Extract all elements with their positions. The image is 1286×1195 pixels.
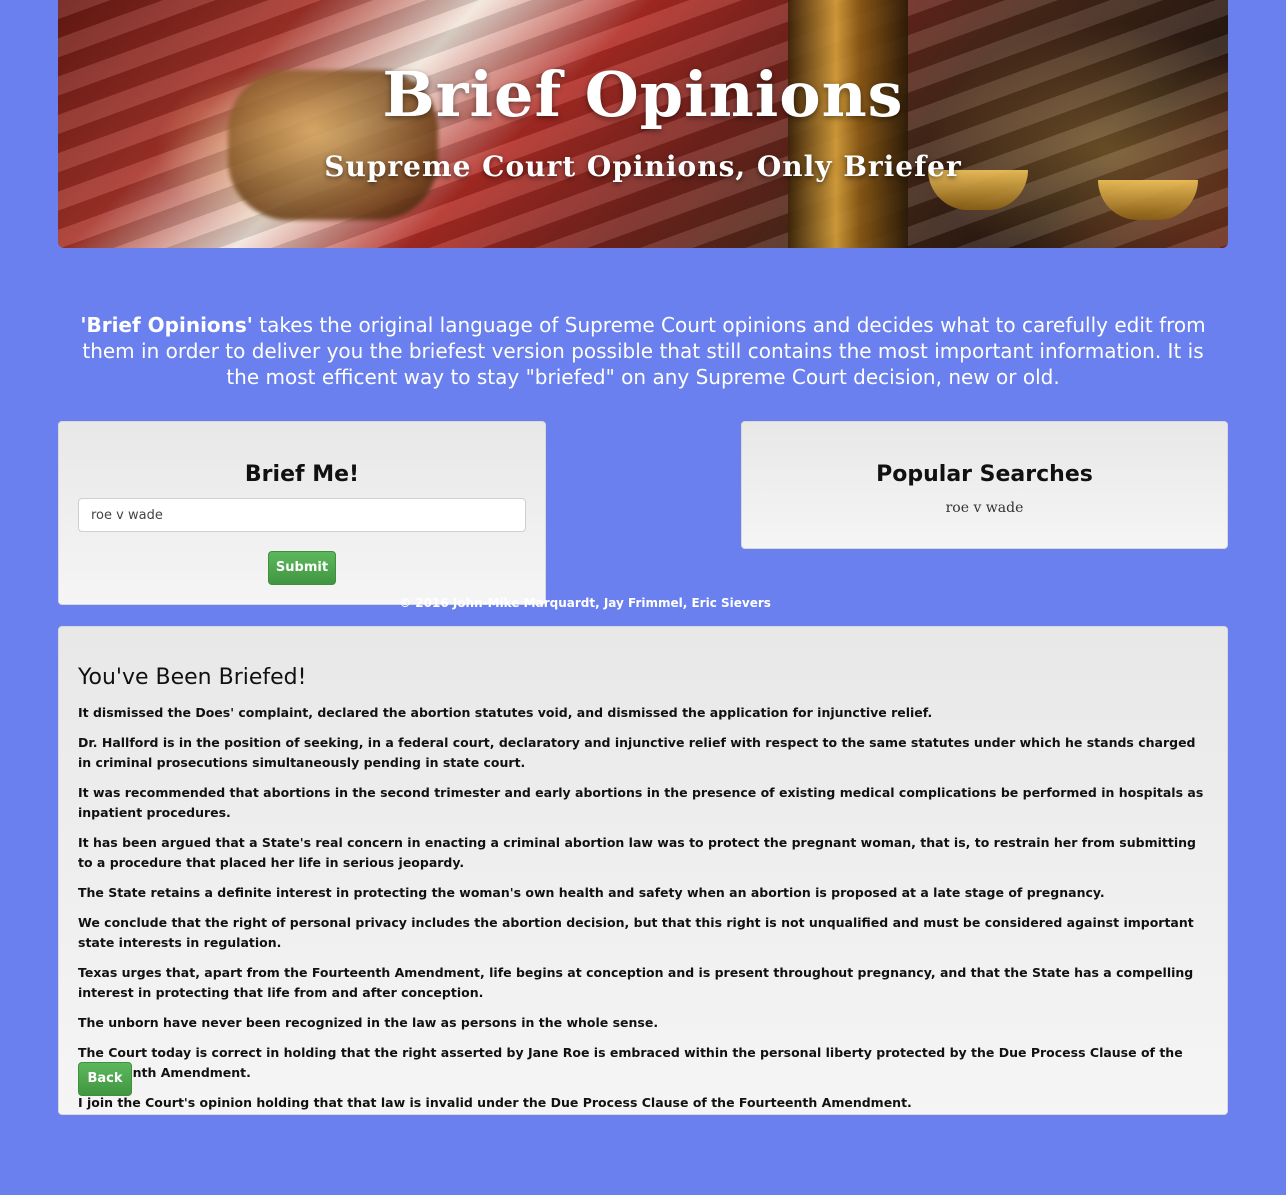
brief-sentence: It has been argued that a State's real c… bbox=[78, 835, 1196, 870]
brief-sentence: The unborn have never been recognized in… bbox=[78, 1015, 659, 1030]
brief-sentence: The Court today is correct in holding th… bbox=[78, 1045, 1183, 1080]
hero-banner: Brief Opinions Supreme Court Opinions, O… bbox=[58, 0, 1228, 248]
site-subtitle: Supreme Court Opinions, Only Briefer bbox=[324, 150, 962, 183]
results-panel: You've Been Briefed! It dismissed the Do… bbox=[58, 626, 1228, 1115]
search-panel: Brief Me! Submit bbox=[58, 421, 546, 605]
back-button[interactable]: Back bbox=[78, 1062, 132, 1096]
brief-sentence: It dismissed the Does' complaint, declar… bbox=[78, 705, 933, 720]
scale-pan-right bbox=[1098, 180, 1198, 220]
brief-sentence: Texas urges that, apart from the Fourtee… bbox=[78, 965, 1194, 1000]
search-heading: Brief Me! bbox=[244, 462, 360, 487]
submit-button[interactable]: Submit bbox=[268, 551, 336, 585]
footer-copyright: © 2016 John-Mike Marquardt, Jay Frimmel,… bbox=[399, 596, 771, 610]
brief-sentence-list: It dismissed the Does' complaint, declar… bbox=[78, 703, 1208, 1123]
brief-sentence: I join the Court's opinion holding that … bbox=[78, 1095, 912, 1110]
popular-searches-panel: Popular Searches roe v wade bbox=[741, 421, 1228, 549]
search-input[interactable] bbox=[78, 498, 526, 532]
popular-search-item[interactable]: roe v wade bbox=[742, 500, 1227, 516]
intro-paragraph: 'Brief Opinions' takes the original lang… bbox=[78, 312, 1208, 390]
intro-brand: 'Brief Opinions' bbox=[80, 313, 253, 337]
popular-searches-heading: Popular Searches bbox=[876, 462, 1093, 487]
brief-sentence: The State retains a definite interest in… bbox=[78, 885, 1105, 900]
brief-sentence: It was recommended that abortions in the… bbox=[78, 785, 1204, 820]
brief-sentence: We conclude that the right of personal p… bbox=[78, 915, 1194, 950]
site-title: Brief Opinions bbox=[382, 58, 904, 131]
results-heading: You've Been Briefed! bbox=[78, 665, 307, 690]
brief-sentence: Dr. Hallford is in the position of seeki… bbox=[78, 735, 1196, 770]
